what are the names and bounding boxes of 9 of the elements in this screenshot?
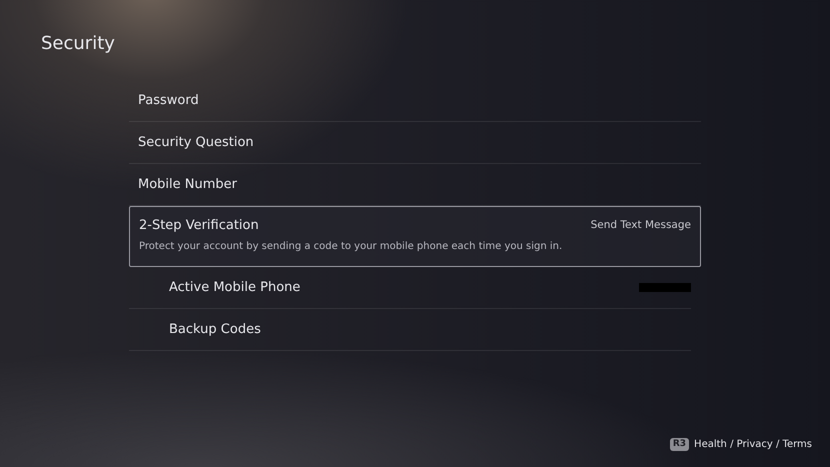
menu-item[interactable]: 2-Step Verification Send Text Message Protect your account by sending a code to your mobile phone each time you sign in. xyxy=(129,206,701,267)
menu-item[interactable]: Security Question xyxy=(129,122,701,164)
page-title: Security xyxy=(41,33,115,54)
menu-item[interactable]: Backup Codes xyxy=(129,309,691,351)
menu-item[interactable]: Mobile Number xyxy=(129,164,701,206)
footer-link[interactable]: Health / Privacy / Terms xyxy=(694,439,812,450)
menu-item[interactable]: Active Mobile Phone xyxy=(129,267,691,309)
menu-item[interactable]: Password xyxy=(129,80,701,122)
r3-button-badge: R3 xyxy=(670,438,690,451)
